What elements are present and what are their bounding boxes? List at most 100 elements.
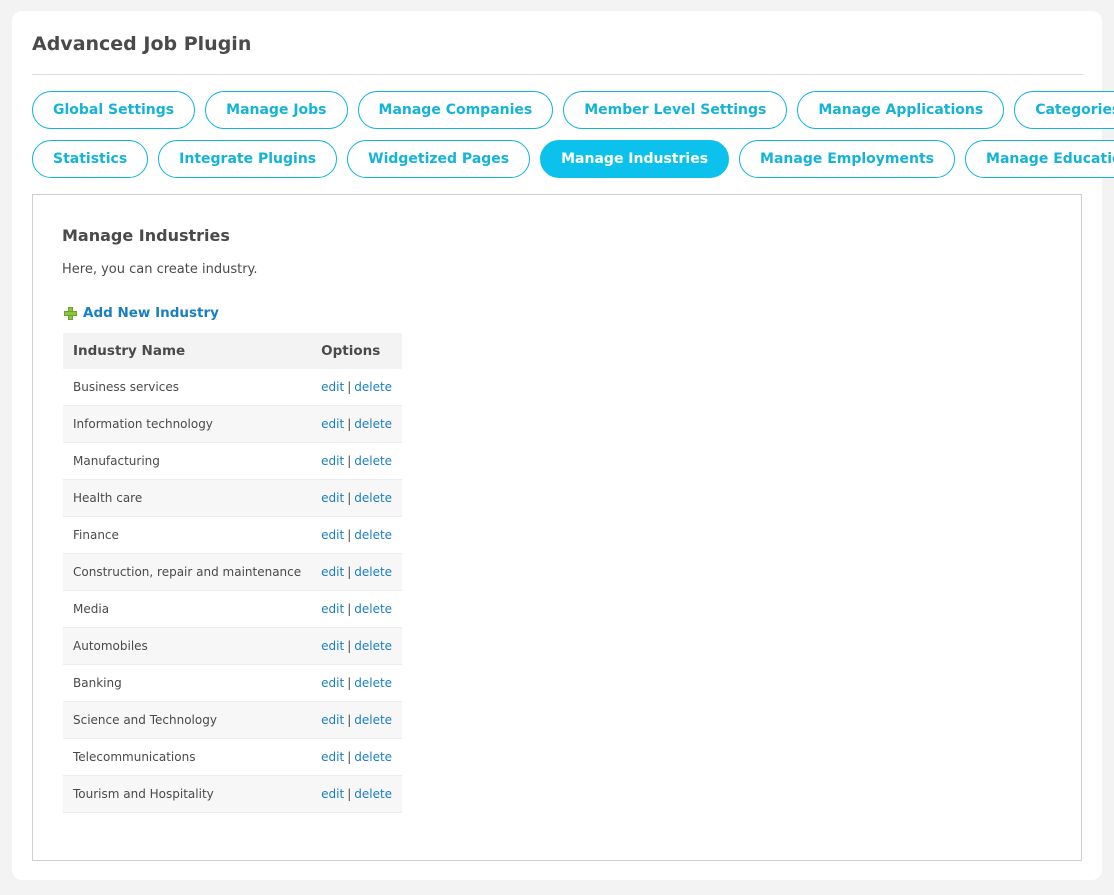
edit-link[interactable]: edit (321, 491, 344, 505)
options-cell: edit | delete (311, 516, 403, 554)
options-cell: edit | delete (311, 627, 403, 665)
options-separator: | (347, 528, 352, 542)
edit-link[interactable]: edit (321, 454, 344, 468)
tab-global-settings[interactable]: Global Settings (32, 91, 196, 129)
industry-name-cell: Banking (63, 664, 312, 702)
industries-table: Industry Name Options Business services e… (63, 333, 403, 813)
industry-name-cell: Manufacturing (63, 442, 312, 480)
tab-widgetized-pages[interactable]: Widgetized Pages (347, 140, 531, 178)
industry-name-cell: Automobiles (63, 627, 312, 665)
delete-link[interactable]: delete (354, 750, 392, 764)
industry-name-cell: Information technology (63, 405, 312, 443)
delete-link[interactable]: delete (354, 787, 392, 801)
plugin-card: Advanced Job Plugin Global Settings Mana… (12, 11, 1114, 880)
options-cell: edit | delete (311, 553, 403, 591)
options-separator: | (347, 491, 352, 505)
industry-name-cell: Media (63, 590, 312, 628)
tab-manage-companies[interactable]: Manage Companies (357, 91, 554, 129)
tab-integrate-plugins[interactable]: Integrate Plugins (158, 140, 338, 178)
table-row: Construction, repair and maintenance edit… (63, 553, 403, 591)
delete-link[interactable]: delete (354, 676, 392, 690)
table-row: Tourism and Hospitality edit | delete (63, 775, 403, 813)
edit-link[interactable]: edit (321, 750, 344, 764)
edit-link[interactable]: edit (321, 639, 344, 653)
delete-link[interactable]: delete (354, 454, 392, 468)
delete-link[interactable]: delete (354, 491, 392, 505)
tabs-row-1: Global Settings Manage Jobs Manage Compa… (32, 91, 1114, 129)
tab-manage-jobs[interactable]: Manage Jobs (205, 91, 348, 129)
table-row: Telecommunications edit | delete (63, 738, 403, 776)
delete-link[interactable]: delete (354, 528, 392, 542)
delete-link[interactable]: delete (354, 602, 392, 616)
edit-link[interactable]: edit (321, 602, 344, 616)
column-header-options: Options (311, 333, 403, 369)
industry-name-cell: Telecommunications (63, 738, 312, 776)
edit-link[interactable]: edit (321, 787, 344, 801)
options-separator: | (347, 454, 352, 468)
tab-manage-employments[interactable]: Manage Employments (739, 140, 956, 178)
options-cell: edit | delete (311, 738, 403, 776)
edit-link[interactable]: edit (321, 528, 344, 542)
options-cell: edit | delete (311, 590, 403, 628)
options-separator: | (347, 565, 352, 579)
industry-name-cell: Science and Technology (63, 701, 312, 739)
table-row: Health care edit | delete (63, 479, 403, 517)
column-header-industry-name: Industry Name (63, 333, 312, 369)
table-row: Manufacturing edit | delete (63, 442, 403, 480)
options-separator: | (347, 713, 352, 727)
delete-link[interactable]: delete (354, 565, 392, 579)
edit-link[interactable]: edit (321, 713, 344, 727)
tab-categories[interactable]: Categories (1014, 91, 1114, 129)
options-cell: edit | delete (311, 442, 403, 480)
industry-name-cell: Business services (63, 369, 312, 406)
tab-statistics[interactable]: Statistics (32, 140, 149, 178)
delete-link[interactable]: delete (354, 380, 392, 394)
table-row: Business services edit | delete (63, 369, 403, 406)
delete-link[interactable]: delete (354, 713, 392, 727)
edit-link[interactable]: edit (321, 417, 344, 431)
options-separator: | (347, 417, 352, 431)
edit-link[interactable]: edit (321, 676, 344, 690)
industry-name-cell: Tourism and Hospitality (63, 775, 312, 813)
options-cell: edit | delete (311, 775, 403, 813)
table-row: Science and Technology edit | delete (63, 701, 403, 739)
industry-name-cell: Finance (63, 516, 312, 554)
options-cell: edit | delete (311, 479, 403, 517)
section-description: Here, you can create industry. (62, 262, 258, 277)
options-separator: | (347, 380, 352, 394)
tab-manage-applications[interactable]: Manage Applications (797, 91, 1005, 129)
tab-manage-educations[interactable]: Manage Educations (965, 140, 1114, 178)
tabs-row-2: Statistics Integrate Plugins Widgetized … (32, 140, 1114, 178)
delete-link[interactable]: delete (354, 417, 392, 431)
page-title: Advanced Job Plugin (32, 33, 252, 55)
table-row: Automobiles edit | delete (63, 627, 403, 665)
table-row: Finance edit | delete (63, 516, 403, 554)
edit-link[interactable]: edit (321, 565, 344, 579)
options-cell: edit | delete (311, 369, 403, 406)
industry-name-cell: Construction, repair and maintenance (63, 553, 312, 591)
tab-manage-industries[interactable]: Manage Industries (540, 140, 730, 178)
delete-link[interactable]: delete (354, 639, 392, 653)
add-new-industry-link[interactable]: Add New Industry (64, 305, 219, 321)
section-title: Manage Industries (62, 226, 230, 245)
table-row: Banking edit | delete (63, 664, 403, 702)
tab-member-level-settings[interactable]: Member Level Settings (563, 91, 788, 129)
plus-icon (64, 306, 77, 320)
options-cell: edit | delete (311, 664, 403, 702)
edit-link[interactable]: edit (321, 380, 344, 394)
options-separator: | (347, 602, 352, 616)
table-body: Business services edit | delete Information … (63, 369, 403, 813)
table-row: Information technology edit | delete (63, 405, 403, 443)
options-separator: | (347, 750, 352, 764)
options-cell: edit | delete (311, 701, 403, 739)
industries-panel: Manage Industries Here, you can create i… (32, 194, 1082, 861)
table-row: Media edit | delete (63, 590, 403, 628)
add-new-industry-label: Add New Industry (83, 305, 219, 321)
table-header-row: Industry Name Options (63, 333, 403, 369)
industry-name-cell: Health care (63, 479, 312, 517)
options-separator: | (347, 787, 352, 801)
options-separator: | (347, 676, 352, 690)
options-cell: edit | delete (311, 405, 403, 443)
options-separator: | (347, 639, 352, 653)
title-divider (32, 74, 1083, 75)
